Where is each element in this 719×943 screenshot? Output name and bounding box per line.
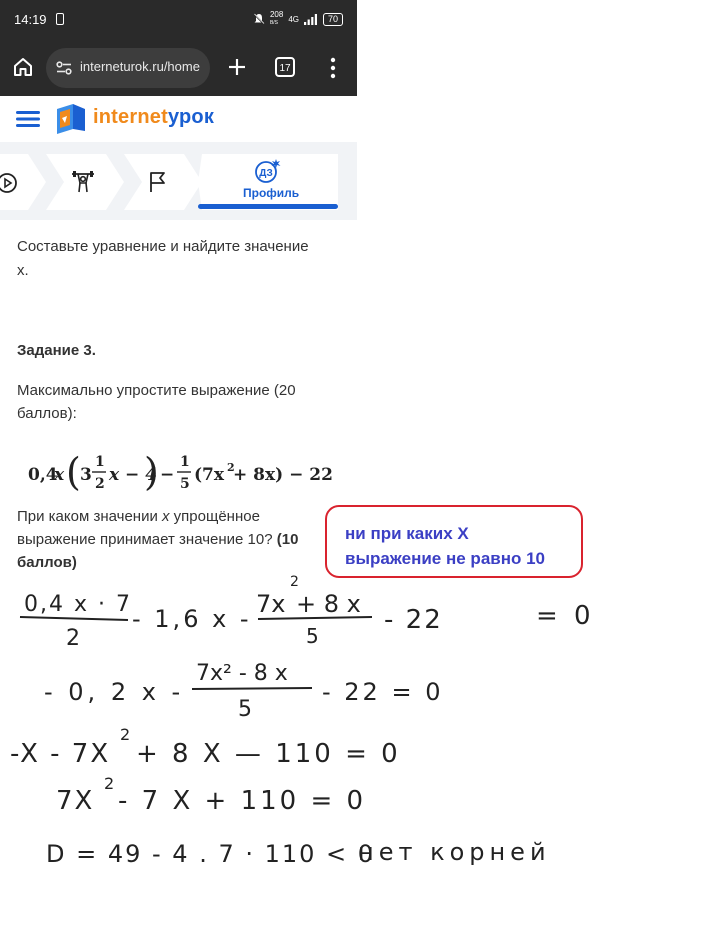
hw-l2-start: - 0, 2 x - (44, 678, 184, 706)
url-text: interneturok.ru/home (80, 59, 200, 74)
svg-text:): ) (144, 450, 159, 494)
svg-text:3: 3 (80, 465, 92, 485)
text-line: Максимально упростите выражение (20 (17, 382, 296, 399)
active-tab-indicator (198, 204, 338, 209)
hw-l3-exp: 2 (120, 725, 130, 744)
hw-l1-mid: - 1,6 x - (132, 605, 252, 633)
task-title: Задание 3. (17, 342, 96, 359)
hw-l2-tail: - 22 = 0 (322, 678, 443, 706)
svg-text:5: 5 (180, 476, 190, 492)
text-line: х. (17, 262, 29, 279)
tab-video[interactable] (0, 154, 44, 210)
text-line: При каком значении x упрощённое (17, 508, 260, 525)
tab-switcher-button[interactable]: 17 (275, 57, 295, 77)
text-line: баллов): (17, 405, 77, 422)
hw-l3-b: + 8 X — 110 = 0 (136, 739, 401, 769)
signal-icon (303, 13, 317, 25)
hw-l2-frac-num: 7x² - 8 x (196, 661, 288, 686)
hw-l4-a: 7X (56, 786, 94, 816)
svg-text:(: ( (66, 450, 81, 494)
status-bar: 14:19 208 B/S 4G 70 (0, 0, 357, 40)
tab-profile-label: Профиль (243, 186, 300, 200)
svg-text:x: x (53, 465, 65, 485)
play-icon (0, 173, 17, 193)
hw-l1-frac-den: 5 (306, 624, 319, 648)
hw-l5: D = 49 - 4 . 7 · 110 < 0 (46, 840, 375, 868)
weightlifter-icon (72, 171, 94, 193)
hw-l1-num: 0,4 x · 7 (24, 592, 132, 617)
logo-book-icon[interactable] (53, 101, 89, 135)
flag-icon (150, 172, 165, 192)
homework-badge-icon: ДЗ (255, 159, 281, 183)
address-bar[interactable]: interneturok.ru/home (46, 48, 210, 88)
hw-l4-exp: 2 (104, 774, 114, 793)
hw-l5-words: нет корней (358, 838, 551, 866)
math-formula: 0,4 x ( 3 1 2 x − 4 ) − 1 5 (7x 2 + 8x) … (28, 450, 333, 494)
svg-text:1: 1 (180, 454, 190, 470)
hw-l1-eq: = 0 (536, 601, 595, 631)
site-settings-icon[interactable] (56, 61, 72, 75)
tab-flag[interactable] (140, 154, 184, 210)
new-tab-icon[interactable] (226, 56, 248, 78)
svg-text:1: 1 (95, 454, 105, 470)
hw-l1-den: 2 (66, 626, 80, 651)
browser-toolbar: interneturok.ru/home 17 (0, 40, 357, 96)
phone-screen: 14:19 208 B/S 4G 70 interneturok.ru/home… (0, 0, 357, 632)
sim-icon (56, 13, 64, 25)
battery-icon: 70 (322, 12, 343, 26)
lesson-tabs: ДЗ Профиль (0, 142, 357, 220)
tab-profile[interactable]: ДЗ (198, 154, 338, 210)
text-line: выражение принимает значение 10? (10 (17, 531, 299, 548)
hw-l1-frac-rest: + 8 x (296, 590, 361, 618)
svg-text:+ 8x) − 22: + 8x) − 22 (233, 465, 333, 485)
clock: 14:19 (14, 12, 47, 27)
network-type: 4G (288, 14, 299, 24)
hw-l2-frac-den: 5 (238, 697, 252, 722)
hw-l3-a: -X - 7X (10, 739, 110, 769)
svg-text:(7x: (7x (194, 465, 225, 485)
hamburger-menu-icon[interactable] (16, 110, 40, 128)
mute-bell-icon (253, 13, 265, 25)
svg-text:2: 2 (95, 476, 105, 492)
net-speed: 208 B/S (269, 10, 284, 27)
hw-l1-frac-exp: 2 (290, 574, 299, 590)
hw-l4-b: - 7 X + 110 = 0 (118, 786, 366, 816)
more-menu-icon[interactable] (326, 56, 340, 80)
svg-text:−: − (160, 465, 174, 485)
hw-l1-frac-num: 7x (256, 590, 285, 618)
home-icon[interactable] (12, 56, 34, 78)
handwritten-solution: 0,4 x · 7 2 - 1,6 x - 7x 2 + 8 x 5 - 22 … (0, 574, 719, 943)
status-icons: 208 B/S 4G 70 (253, 11, 343, 27)
hw-l1-tail: - 22 (384, 605, 443, 635)
tab-trainer[interactable] (60, 154, 110, 210)
text-line: Составьте уравнение и найдите значение (17, 238, 309, 255)
site-header: internetурок (0, 96, 357, 143)
site-logo[interactable]: internetурок (93, 106, 214, 129)
homework-badge-text: ДЗ (259, 168, 273, 179)
